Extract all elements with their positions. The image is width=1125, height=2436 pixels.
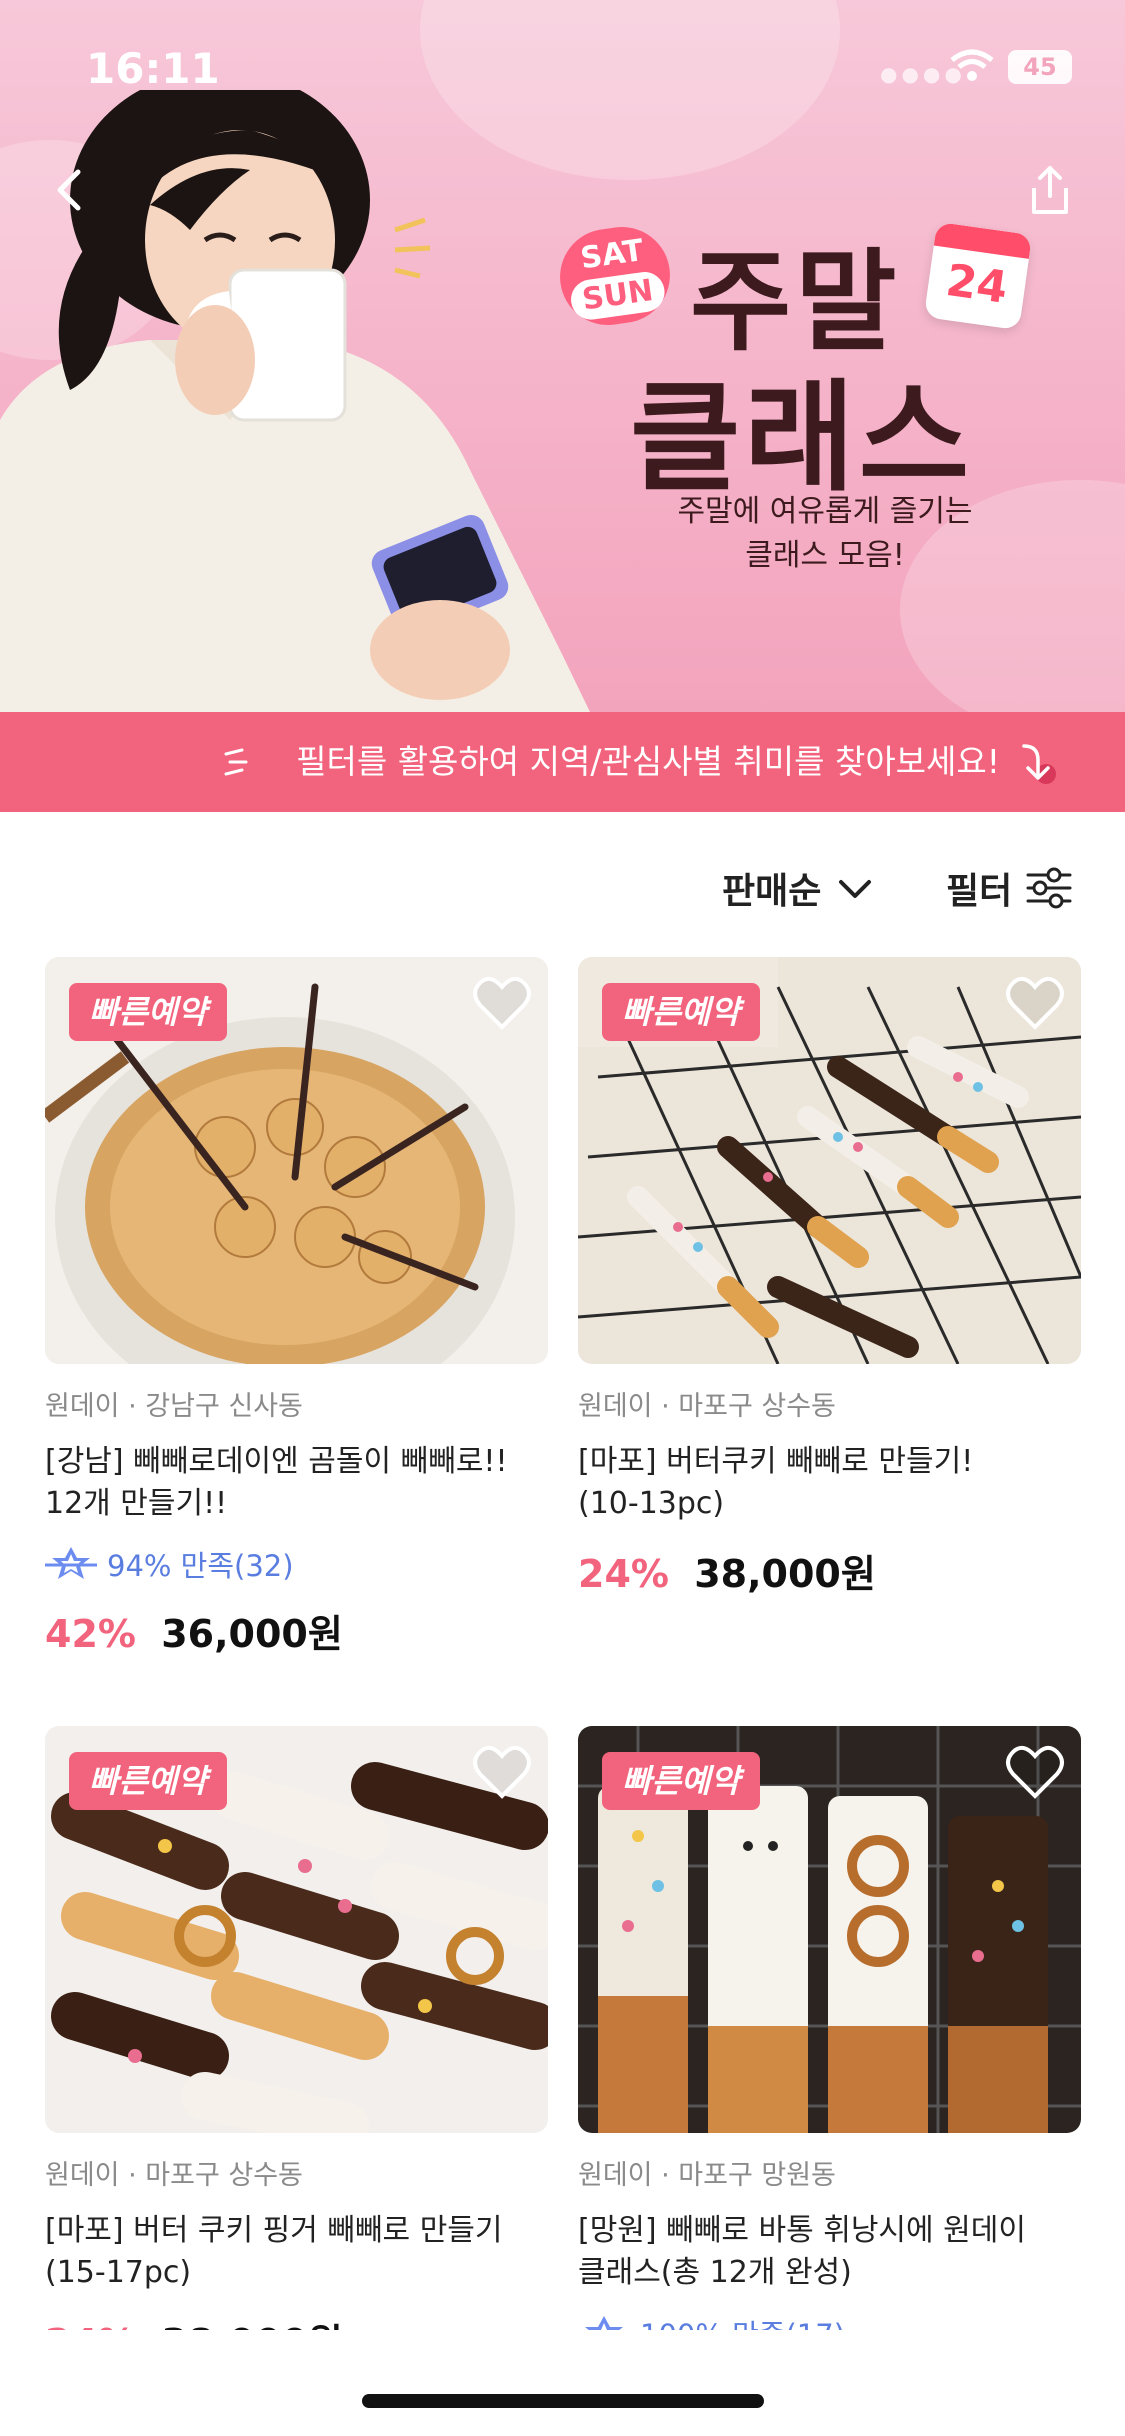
share-button[interactable] xyxy=(1020,160,1080,220)
fast-booking-badge: 빠른예약 xyxy=(69,1752,227,1810)
heart-icon[interactable] xyxy=(1005,1744,1065,1800)
product-title: [마포] 버터 쿠키 핑거 빼빼로 만들기 (15-17pc) xyxy=(45,2210,548,2294)
product-title-line1: [망원] 빼빼로 바통 휘낭시에 원데이 xyxy=(578,2213,1026,2248)
product-title: [마포] 버터쿠키 빼빼로 만들기! (10-13pc) xyxy=(578,1441,1081,1525)
product-title-line2: 12개 만들기!! xyxy=(45,1486,228,1521)
status-time: 16:11 xyxy=(86,44,220,93)
product-price-row: 24% 38,000원 xyxy=(578,1543,1081,1598)
product-card[interactable]: 빠른예약 원데이 · 마포구 상수동 [마포] 버터쿠키 빼빼로 만들기! (1… xyxy=(578,957,1081,1598)
bottom-safe-area xyxy=(0,2330,1125,2436)
wifi-icon xyxy=(950,49,994,81)
calendar-icon: 24 xyxy=(923,221,1033,331)
sort-bar: 판매순 필터 xyxy=(0,812,1125,952)
fast-booking-badge: 빠른예약 xyxy=(602,1752,760,1810)
hero-banner: 16:11 ●●●● 45 SAT SUN 주말 24 클래스 주말에 여유롭게… xyxy=(0,0,1125,712)
product-card[interactable]: 빠른예약 원데이 · 강남구 신사동 [강남] 빼빼로데이엔 곰돌이 빼빼로!!… xyxy=(45,957,548,1658)
product-image[interactable]: 빠른예약 xyxy=(45,1726,548,2133)
product-title: [망원] 빼빼로 바통 휘낭시에 원데이 클래스(총 12개 완성) xyxy=(578,2210,1081,2294)
calendar-number: 24 xyxy=(942,254,1011,314)
rating-text: 94% 만족(32) xyxy=(107,1549,294,1583)
product-title-line1: [강남] 빼빼로데이엔 곰돌이 빼빼로!! xyxy=(45,1444,508,1479)
filter-label: 필터 xyxy=(946,871,1013,912)
product-card[interactable]: 빠른예약 원데이 · 마포구 상수동 [마포] 버터 쿠키 핑거 빼빼로 만들기… xyxy=(45,1726,548,2367)
product-image[interactable]: 빠른예약 xyxy=(45,957,548,1364)
product-price-row: 42% 36,000원 xyxy=(45,1603,548,1658)
sparkle-icon xyxy=(224,748,248,776)
product-card[interactable]: 빠른예약 원데이 · 마포구 망원동 [망원] 빼빼로 바통 휘낭시에 원데이 … xyxy=(578,1726,1081,2354)
product-price: 36,000원 xyxy=(161,1612,343,1656)
product-meta: 원데이 · 강남구 신사동 xyxy=(45,1391,303,1422)
discount-rate: 42% xyxy=(45,1612,136,1656)
product-title-line2: (10-13pc) xyxy=(578,1486,725,1521)
product-title-line2: (15-17pc) xyxy=(45,2255,192,2290)
filter-tip-banner[interactable]: 필터를 활용하여 지역/관심사별 취미를 찾아보세요! xyxy=(0,712,1125,812)
battery-icon: 45 xyxy=(1008,50,1072,84)
heart-icon[interactable] xyxy=(472,1744,532,1800)
fast-booking-badge: 빠른예약 xyxy=(602,983,760,1041)
sort-label: 판매순 xyxy=(722,871,822,912)
hero-subtitle-line1: 주말에 여유롭게 즐기는 xyxy=(677,494,973,529)
home-indicator[interactable] xyxy=(362,2394,764,2408)
filter-sliders-icon xyxy=(1026,867,1072,909)
arrow-down-icon xyxy=(1022,744,1056,784)
filter-tip-text: 필터를 활용하여 지역/관심사별 취미를 찾아보세요! xyxy=(296,742,1000,781)
rating-badge-icon xyxy=(45,1547,97,1579)
heart-icon[interactable] xyxy=(1005,975,1065,1031)
fast-booking-badge: 빠른예약 xyxy=(69,983,227,1041)
chevron-down-icon xyxy=(839,880,872,898)
product-title-line1: [마포] 버터 쿠키 핑거 빼빼로 만들기 xyxy=(45,2213,503,2248)
status-bar: 16:11 ●●●● 45 xyxy=(0,0,1125,130)
product-title-line2: 클래스(총 12개 완성) xyxy=(578,2255,852,2290)
product-image[interactable]: 빠른예약 xyxy=(578,957,1081,1364)
filter-button[interactable]: 필터 xyxy=(946,862,1072,914)
product-image[interactable]: 빠른예약 xyxy=(578,1726,1081,2133)
discount-rate: 24% xyxy=(578,1552,669,1596)
hero-subtitle-line2: 클래스 모음! xyxy=(745,538,905,573)
product-rating: 94% 만족(32) xyxy=(45,1543,548,1585)
product-price: 38,000원 xyxy=(694,1552,876,1596)
product-title: [강남] 빼빼로데이엔 곰돌이 빼빼로!! 12개 만들기!! xyxy=(45,1441,548,1525)
sort-dropdown[interactable]: 판매순 xyxy=(722,862,875,914)
heart-icon[interactable] xyxy=(472,975,532,1031)
back-button[interactable] xyxy=(40,160,100,220)
hero-title-line2: 클래스 xyxy=(630,369,974,508)
product-meta: 원데이 · 마포구 망원동 xyxy=(578,2160,836,2191)
product-title-line1: [마포] 버터쿠키 빼빼로 만들기! xyxy=(578,1444,974,1479)
hero-subtitle: 주말에 여유롭게 즐기는 클래스 모음! xyxy=(600,490,1050,578)
product-meta: 원데이 · 마포구 상수동 xyxy=(578,1391,836,1422)
product-meta: 원데이 · 마포구 상수동 xyxy=(45,2160,303,2191)
